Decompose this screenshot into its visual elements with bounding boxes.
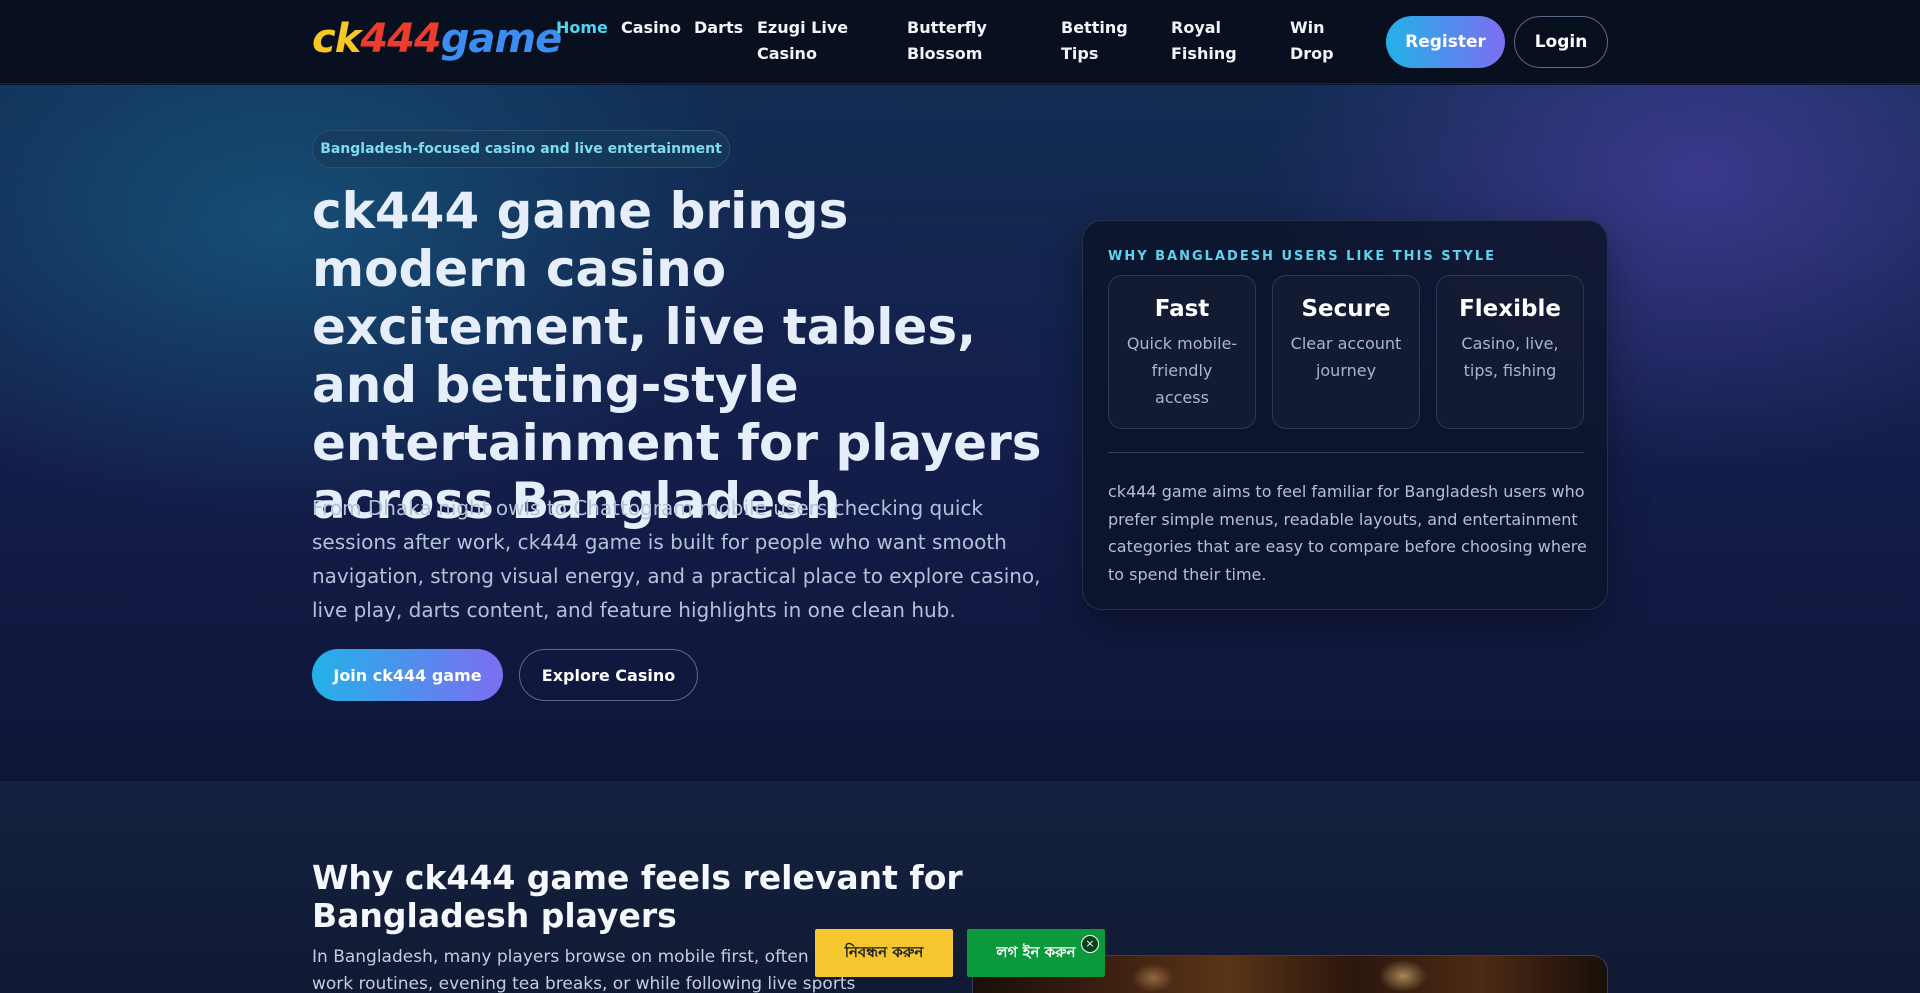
logo-part-ck: ck — [312, 16, 361, 62]
sticky-register-button[interactable]: নিবন্ধন করুন — [815, 929, 953, 977]
stat-title: Secure — [1301, 296, 1391, 322]
nav-item-casino[interactable]: Casino — [621, 15, 681, 41]
hero-title: ck444 game brings modern casino exciteme… — [312, 182, 1042, 530]
hero-badge: Bangladesh-focused casino and live enter… — [312, 130, 730, 168]
features-card: WHY BANGLADESH USERS LIKE THIS STYLE Fas… — [1082, 220, 1608, 610]
stat-fast: Fast Quick mobile-friendly access — [1108, 275, 1256, 429]
close-icon[interactable]: × — [1081, 935, 1099, 953]
register-button[interactable]: Register — [1386, 16, 1505, 68]
explore-casino-button[interactable]: Explore Casino — [519, 649, 698, 701]
nav-item-royal-fishing[interactable]: Royal Fishing — [1171, 15, 1261, 67]
nav-item-ezugi-live-casino[interactable]: Ezugi Live Casino — [757, 15, 887, 67]
nav-item-home[interactable]: Home — [556, 15, 608, 41]
logo-part-444: 444 — [360, 16, 441, 62]
login-button[interactable]: Login — [1514, 16, 1608, 68]
stat-title: Flexible — [1459, 296, 1561, 322]
nav-item-butterfly-blossom[interactable]: Butterfly Blossom — [907, 15, 1027, 67]
card-eyebrow: WHY BANGLADESH USERS LIKE THIS STYLE — [1108, 249, 1497, 264]
logo-part-game: game — [440, 16, 562, 62]
stat-secure: Secure Clear account journey — [1272, 275, 1420, 429]
nav-item-darts[interactable]: Darts — [694, 15, 743, 41]
nav-item-win-drop[interactable]: Win Drop — [1290, 15, 1350, 67]
card-divider — [1108, 452, 1584, 453]
stat-flexible: Flexible Casino, live, tips, fishing — [1436, 275, 1584, 429]
join-button[interactable]: Join ck444 game — [312, 649, 503, 701]
nav-item-betting-tips[interactable]: Betting Tips — [1061, 15, 1151, 67]
hero-description: From Dhaka night owls to Chattogram mobi… — [312, 496, 1041, 622]
stat-subtitle: Quick mobile-friendly access — [1126, 334, 1238, 407]
stat-subtitle: Casino, live, tips, fishing — [1461, 334, 1559, 380]
stat-subtitle: Clear account journey — [1290, 334, 1402, 380]
site-header: ck444game Home Casino Darts Ezugi Live C… — [0, 0, 1920, 84]
section-title: Why ck444 game feels relevant for Bangla… — [312, 858, 963, 935]
site-logo[interactable]: ck444game — [312, 16, 562, 62]
stat-title: Fast — [1154, 296, 1210, 322]
card-text: ck444 game aims to feel familiar for Ban… — [1108, 482, 1587, 584]
